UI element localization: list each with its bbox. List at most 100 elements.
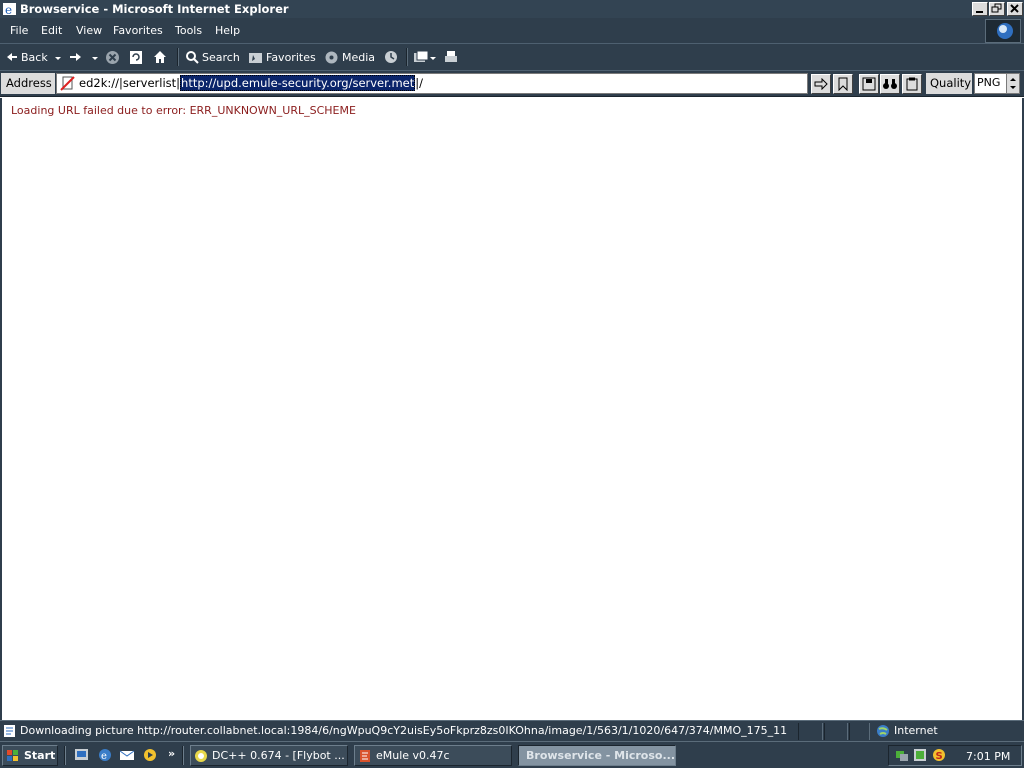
emule-icon (360, 749, 370, 762)
print-icon[interactable] (443, 49, 459, 65)
windows-flag-icon (7, 749, 18, 761)
menu-view[interactable]: View (76, 24, 102, 37)
close-button[interactable] (1007, 2, 1023, 16)
svg-text:e: e (101, 751, 107, 762)
internet-zone-icon (877, 725, 889, 737)
mail-dropdown-icon[interactable] (430, 57, 437, 61)
menu-favorites[interactable]: Favorites (113, 24, 163, 37)
outlook-express-icon[interactable] (119, 747, 135, 763)
title-bar: e Browservice - Microsoft Internet Explo… (0, 0, 1024, 18)
address-text[interactable]: ed2k://|serverlist|http://upd.emule-secu… (79, 75, 423, 91)
menu-edit[interactable]: Edit (41, 24, 62, 37)
bookmark-button[interactable] (833, 74, 853, 94)
back-dropdown-icon[interactable] (55, 57, 62, 61)
media-icon (325, 51, 338, 63)
start-button[interactable]: Start (2, 745, 58, 766)
close-icon (1010, 4, 1019, 13)
tray-s-icon[interactable]: S (932, 748, 946, 762)
show-desktop-icon[interactable] (74, 747, 90, 763)
restore-icon (991, 3, 1002, 13)
quick-launch-separator (64, 746, 66, 765)
search-button[interactable]: Search (185, 48, 240, 66)
favorites-button[interactable]: Favorites (248, 48, 316, 66)
task-area-separator (182, 746, 184, 765)
toolbar: Back Search Favorites Media (0, 43, 1024, 70)
tray-app-icon[interactable] (913, 748, 927, 762)
search-label: Search (202, 50, 240, 64)
page-viewport[interactable]: Loading URL failed due to error: ERR_UNK… (0, 98, 1024, 720)
address-input[interactable]: ed2k://|serverlist|http://upd.emule-secu… (56, 73, 808, 94)
status-text: Downloading picture http://router.collab… (20, 724, 788, 737)
start-label: Start (24, 749, 56, 762)
home-icon[interactable] (152, 49, 168, 65)
task-label: eMule v0.47c (376, 749, 450, 762)
quality-select[interactable]: PNG (974, 73, 1020, 94)
back-label: Back (21, 50, 48, 64)
restore-button[interactable] (989, 2, 1005, 16)
task-browservice[interactable]: e Browservice - Microso... (518, 745, 676, 766)
media-player-icon[interactable] (142, 747, 158, 763)
go-button[interactable] (811, 74, 831, 94)
task-emule[interactable]: eMule v0.47c (354, 745, 512, 766)
save-icon (862, 77, 876, 91)
address-bar: Address ed2k://|serverlist|http://upd.em… (0, 70, 1024, 97)
media-label: Media (342, 50, 376, 64)
svg-text:S: S (936, 751, 943, 762)
quality-label: Quality (926, 73, 972, 94)
minimize-button[interactable] (972, 2, 988, 16)
forward-button[interactable] (68, 52, 82, 62)
taskbar: Start e » DC++ 0.674 - [Flybot ... eMule… (0, 741, 1024, 768)
history-icon[interactable] (383, 49, 399, 65)
task-label: Browservice - Microso... (526, 749, 675, 762)
task-dcpp[interactable]: DC++ 0.674 - [Flybot ... (190, 745, 348, 766)
quality-value: PNG (977, 76, 1001, 89)
status-pane (798, 723, 823, 740)
media-button[interactable]: Media (324, 48, 375, 66)
security-warning-icon (60, 76, 75, 91)
window-title: Browservice - Microsoft Internet Explore… (20, 2, 289, 16)
save-page-button[interactable] (859, 74, 879, 94)
dcpp-icon (195, 749, 207, 762)
stop-icon[interactable] (105, 50, 120, 65)
binoculars-icon (883, 79, 897, 89)
find-button[interactable] (880, 74, 900, 94)
menu-tools[interactable]: Tools (175, 24, 202, 37)
menu-help[interactable]: Help (215, 24, 240, 37)
mail-icon[interactable] (413, 49, 429, 65)
address-prefix: ed2k://|serverlist| (79, 76, 181, 90)
internet-explorer-icon[interactable]: e (97, 747, 113, 763)
favorites-label: Favorites (266, 50, 316, 64)
refresh-icon[interactable] (129, 50, 143, 65)
address-label: Address (1, 73, 55, 94)
status-pane (824, 723, 848, 740)
error-message: Loading URL failed due to error: ERR_UNK… (11, 104, 356, 117)
forward-dropdown-icon[interactable] (92, 57, 99, 61)
back-arrow-icon (7, 53, 17, 61)
clipboard-icon (906, 77, 918, 91)
menu-bar: File Edit View Favorites Tools Help (0, 18, 1024, 43)
bookmark-icon (838, 77, 848, 91)
clock: 7:01 PM (966, 750, 1011, 763)
quick-launch-overflow[interactable]: » (168, 747, 175, 760)
menu-file[interactable]: File (10, 24, 28, 37)
favorites-folder-icon (249, 53, 262, 63)
go-arrow-icon (814, 78, 828, 90)
windows-logo-throbber (985, 19, 1021, 43)
search-icon (186, 51, 199, 64)
globe-icon (997, 23, 1013, 39)
ie-icon: e (3, 3, 16, 17)
address-suffix: |/ (415, 76, 423, 90)
security-zone-label: Internet (894, 724, 938, 737)
clipboard-button[interactable] (902, 74, 922, 94)
quality-spinner[interactable] (1006, 74, 1019, 93)
address-selected-text: http://upd.emule-security.org/server.met (180, 75, 416, 91)
status-bar: Downloading picture http://router.collab… (0, 720, 1024, 741)
network-icon[interactable] (895, 748, 909, 762)
minimize-icon (976, 11, 983, 13)
spinner-arrows-icon (1010, 78, 1016, 89)
svg-text:e: e (5, 3, 12, 17)
task-label: DC++ 0.674 - [Flybot ... (212, 749, 345, 762)
back-button[interactable]: Back (6, 48, 48, 66)
status-pane (849, 723, 870, 740)
toolbar-separator (406, 48, 408, 66)
